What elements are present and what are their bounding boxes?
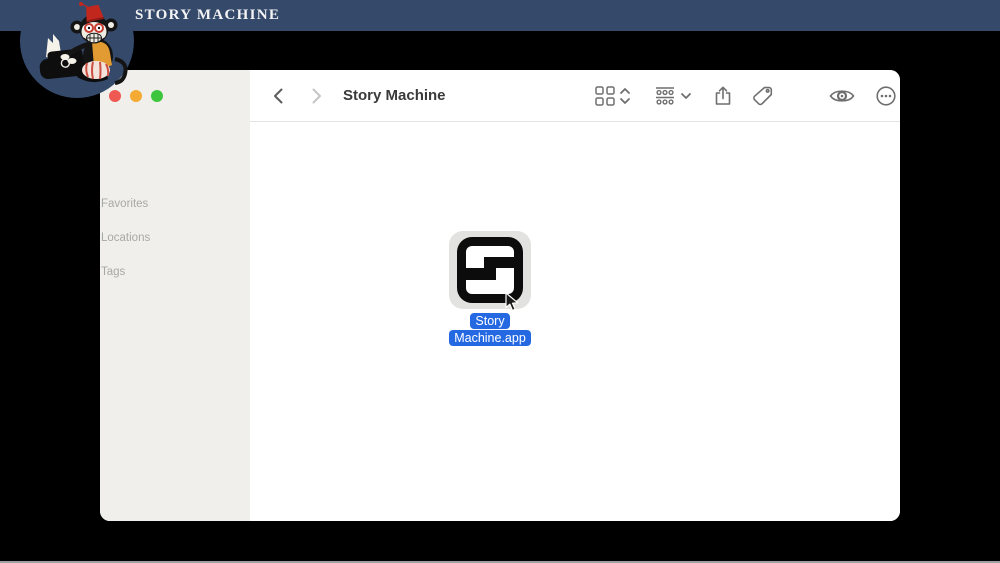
view-options-button[interactable] <box>590 70 634 121</box>
grid-view-icon <box>594 85 616 107</box>
back-button[interactable] <box>267 70 291 121</box>
sidebar-section-favorites: Favorites <box>100 197 250 211</box>
top-banner: STORY MACHINE <box>0 0 1000 31</box>
finder-main: Story Machine <box>250 70 900 521</box>
finder-sidebar: Favorites Locations Tags <box>100 70 250 521</box>
sidebar-section-tags: Tags <box>100 265 250 279</box>
chevron-right-icon <box>306 86 326 106</box>
file-name-line1: Story <box>470 313 509 329</box>
more-options-button[interactable] <box>874 70 898 121</box>
zoom-button[interactable] <box>151 90 163 102</box>
file-name-label[interactable]: Story Machine.app <box>445 312 535 346</box>
tag-icon <box>751 84 775 108</box>
preview-button[interactable] <box>828 70 856 121</box>
sidebar-sections: Favorites Locations Tags <box>100 197 250 299</box>
sort-chevrons-icon <box>619 85 631 107</box>
tag-button[interactable] <box>750 70 776 121</box>
group-by-button[interactable] <box>650 70 694 121</box>
share-button[interactable] <box>710 70 736 121</box>
file-story-machine-app[interactable]: Story Machine.app <box>445 231 535 346</box>
sidebar-section-locations: Locations <box>100 231 250 245</box>
screen: STORY MACHINE <box>0 0 1000 563</box>
share-icon <box>711 84 735 108</box>
eye-icon <box>829 87 855 105</box>
banner-title: STORY MACHINE <box>135 7 280 24</box>
finder-window: Favorites Locations Tags Story Machine <box>100 70 900 521</box>
finder-toolbar: Story Machine <box>250 70 900 122</box>
chevron-down-icon <box>680 85 692 107</box>
chevron-left-icon <box>269 86 289 106</box>
ellipsis-icon <box>875 85 897 107</box>
forward-button[interactable] <box>304 70 328 121</box>
window-title: Story Machine <box>343 70 446 121</box>
group-by-icon <box>653 85 677 107</box>
monkey-typewriter-logo <box>19 0 135 99</box>
folder-content-area[interactable]: Story Machine.app <box>250 122 900 521</box>
mouse-cursor <box>505 292 520 313</box>
file-name-line2: Machine.app <box>449 330 531 346</box>
